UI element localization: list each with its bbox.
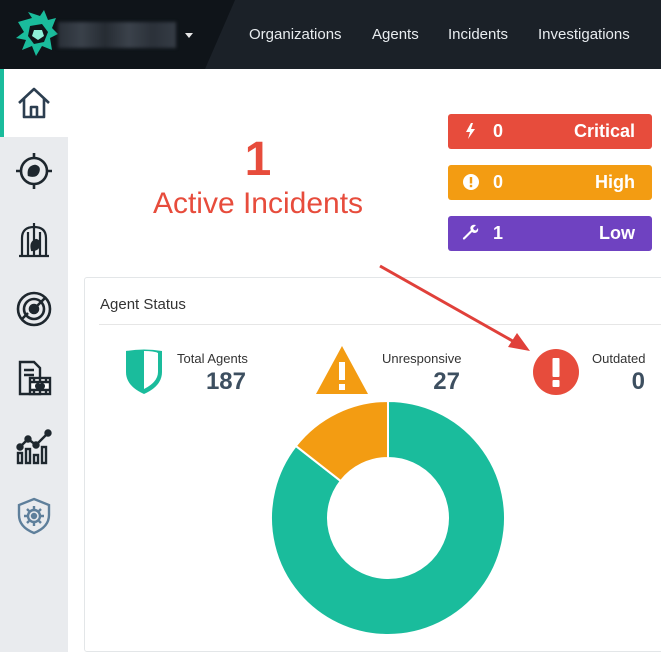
unresponsive-value[interactable]: 27 (400, 368, 460, 396)
shield-gear-icon (17, 497, 51, 535)
sidebar-item-radar[interactable] (0, 275, 68, 343)
home-icon (18, 87, 50, 119)
shield-icon (126, 349, 162, 394)
bolt-icon (466, 123, 475, 139)
exclamation-circle-icon (463, 174, 479, 190)
high-incidents-button[interactable]: 0 High (448, 165, 652, 200)
sidebar-item-threat-hunting[interactable] (0, 137, 68, 205)
warning-triangle-icon (316, 346, 368, 394)
nav-organizations[interactable]: Organizations (249, 26, 342, 43)
sidebar-item-home[interactable] (0, 69, 68, 137)
low-label: Low (599, 223, 635, 243)
sidebar (0, 69, 68, 652)
sidebar-item-forensics[interactable] (0, 344, 68, 412)
sidebar-item-settings[interactable] (0, 482, 68, 550)
critical-label: Critical (573, 121, 635, 141)
high-label: High (595, 172, 635, 192)
wrench-icon (462, 224, 479, 240)
total-agents-value[interactable]: 187 (180, 368, 246, 396)
active-incidents-count[interactable]: 1 (146, 134, 370, 186)
error-circle-icon (533, 349, 579, 395)
agent-status-donut-chart[interactable] (270, 400, 506, 636)
outdated-label: Outdated (592, 351, 646, 366)
nav-agents[interactable]: Agents (372, 26, 419, 43)
nav-incidents[interactable]: Incidents (448, 26, 508, 43)
total-agents-label: Total Agents (177, 351, 248, 366)
high-count: 0 (493, 172, 504, 192)
critical-count: 0 (493, 121, 504, 141)
nav-investigations[interactable]: Investigations (538, 26, 630, 43)
top-navbar: Organizations Agents Incidents Investiga… (0, 0, 661, 69)
sidebar-item-deception[interactable] (0, 206, 68, 274)
logo-icon[interactable] (10, 8, 62, 60)
outdated-value[interactable]: 0 (600, 368, 645, 396)
active-incidents-label[interactable]: Active Incidents (130, 186, 386, 222)
analytics-chart-icon (16, 429, 52, 465)
unresponsive-label: Unresponsive (382, 351, 462, 366)
radar-icon (16, 291, 52, 327)
divider (99, 324, 661, 325)
video-file-icon (18, 360, 52, 396)
sidebar-item-analytics[interactable] (0, 413, 68, 481)
low-count: 1 (493, 223, 504, 243)
birdcage-icon (19, 223, 49, 258)
target-icon (16, 153, 52, 189)
critical-incidents-button[interactable]: 0 Critical (448, 114, 652, 149)
chevron-down-icon[interactable] (185, 33, 193, 38)
low-incidents-button[interactable]: 1 Low (448, 216, 652, 251)
panel-title: Agent Status (100, 296, 186, 313)
organization-selector[interactable] (58, 22, 176, 48)
